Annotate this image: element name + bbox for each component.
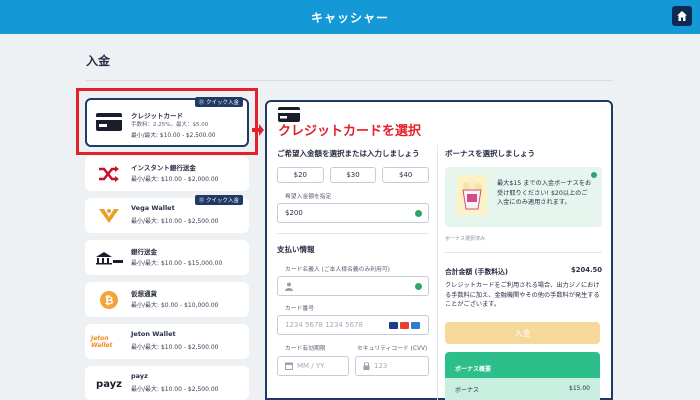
payment-heading: 支払い情報	[277, 245, 315, 254]
amount-value: $200	[285, 209, 303, 217]
cashier-header: キャッシャー	[0, 0, 700, 34]
method-payz[interactable]: payz payz 最小/最大: $10.00 - $2,500.00	[85, 366, 249, 400]
bonus-row-value: $15.00	[569, 385, 590, 392]
home-icon	[677, 11, 687, 21]
amount-heading: ご希望入金額を選択または入力しましょう	[277, 148, 429, 159]
method-limit: 最小/最大: $10.00 - $2,500.00	[131, 218, 219, 225]
person-icon	[285, 282, 293, 291]
method-name: Jeton Wallet	[131, 330, 176, 338]
bonus-summary-title: ボーナス概要	[455, 366, 492, 373]
bonus-option[interactable]: 最大$15 までの入金ボーナスをお受け取りください! $20以上のご入金にのみ適…	[445, 167, 602, 227]
fee-note: クレジットカードをご利用される場合、出力ジノにおける手数料に加え、金融機関やその…	[445, 282, 600, 308]
method-limit: 最小/最大: $10.00 - $2,000.00	[131, 176, 219, 183]
lock-icon	[363, 362, 370, 370]
selected-check-icon	[591, 172, 597, 178]
method-name: 銀行送金	[131, 248, 157, 256]
method-name: payz	[131, 372, 148, 380]
card-brand-icon	[411, 322, 420, 329]
home-button[interactable]	[672, 6, 692, 26]
amount-input[interactable]: $200	[277, 203, 429, 223]
bonus-summary-row: ボーナス $15.00	[445, 378, 600, 400]
svg-text:₿: ₿	[105, 294, 114, 307]
mastercard-icon	[400, 322, 409, 329]
expiry-label: カード有効期限	[285, 346, 326, 352]
calendar-icon	[285, 362, 293, 370]
valid-check-icon	[415, 210, 422, 217]
amount-label: 希望入金額を指定	[285, 194, 332, 200]
method-vega-wallet[interactable]: Vega Wallet 最小/最大: $10.00 - $2,500.00 ⓪ …	[85, 195, 249, 233]
amount-heading-text: ご希望入金額を選択または入力しましょう	[277, 149, 420, 158]
card-brand-icons	[389, 322, 420, 329]
selection-highlight	[76, 88, 258, 155]
total-value: $204.50	[571, 266, 602, 274]
method-jeton-wallet[interactable]: Jeton Wallet Jeton Wallet 最小/最大: $10.00 …	[85, 324, 249, 359]
jeton-icon: Jeton Wallet	[91, 330, 127, 354]
method-crypto[interactable]: ₿ 仮想通貨 最小/最大: $0.00 - $10,000.00	[85, 282, 249, 317]
quick-deposit-badge: ⓪ クイック入金	[194, 195, 243, 205]
bank-icon	[91, 246, 127, 270]
bonus-heading-text: ボーナスを選択しましょう	[445, 149, 535, 158]
bonus-note: ボーナス選択済み	[445, 236, 486, 242]
bonus-heading: ボーナスを選択しましょう	[445, 148, 602, 159]
method-bank-transfer[interactable]: 銀行送金 最小/最大: $10.00 - $15,000.00	[85, 240, 249, 275]
card-holder-input[interactable]	[277, 276, 429, 296]
method-instant-bank[interactable]: インスタント銀行送金 最小/最大: $10.00 - $2,000.00	[85, 156, 249, 191]
jeton-logo-text: Jeton Wallet	[91, 335, 113, 349]
card-number-placeholder: 1234 5678 1234 5678	[285, 321, 363, 329]
amount-preset-button[interactable]: $20	[277, 167, 324, 183]
expiry-placeholder: MM / YY	[297, 362, 325, 370]
bonus-summary: ボーナス概要 ボーナス $15.00	[445, 352, 600, 400]
total-label: 合計金額 (手数料込)	[445, 268, 508, 276]
valid-check-icon	[415, 283, 422, 290]
annotation-arrow-icon	[252, 124, 264, 136]
method-name: インスタント銀行送金	[131, 164, 196, 172]
section-divider	[86, 80, 613, 81]
bitcoin-icon: ₿	[91, 288, 127, 312]
cvv-input[interactable]: 123	[355, 356, 429, 376]
amount-preset-button[interactable]: $40	[382, 167, 430, 183]
cvv-label: セキュリティコード (CVV)	[357, 346, 428, 352]
card-number-label: カード番号	[285, 306, 314, 312]
vega-icon	[91, 204, 127, 228]
method-name: Vega Wallet	[131, 204, 175, 212]
deposit-submit-button[interactable]: 入金	[445, 322, 600, 344]
amount-preset-button[interactable]: $30	[329, 167, 377, 183]
expiry-input[interactable]: MM / YY	[277, 356, 349, 376]
column-divider	[437, 145, 438, 400]
visa-icon	[389, 322, 398, 329]
card-number-input[interactable]: 1234 5678 1234 5678	[277, 315, 429, 335]
popcorn-icon	[457, 175, 487, 215]
shuffle-icon	[91, 162, 127, 186]
method-name: 仮想通貨	[131, 290, 157, 298]
payz-logo-text: payz	[96, 378, 122, 390]
total-row: 合計金額 (手数料込) $204.50	[445, 266, 602, 276]
bonus-row-label: ボーナス	[455, 387, 480, 394]
summary-divider	[445, 252, 602, 253]
form-divider	[277, 233, 429, 234]
method-limit: 最小/最大: $10.00 - $15,000.00	[131, 260, 223, 267]
amount-presets: $20 $30 $40	[277, 167, 430, 183]
bonus-description: 最大$15 までの入金ボーナスをお受け取りください! $20以上のご入金にのみ適…	[497, 180, 592, 206]
holder-label: カード名義人 (ご本人様名義のみ利用可)	[285, 267, 390, 273]
section-title: 入金	[86, 54, 111, 68]
method-limit: 最小/最大: $10.00 - $2,500.00	[131, 344, 219, 351]
method-limit: 最小/最大: $0.00 - $10,000.00	[131, 302, 219, 309]
method-limit: 最小/最大: $10.00 - $2,500.00	[131, 386, 219, 393]
cvv-placeholder: 123	[374, 362, 388, 370]
page-header-title: キャッシャー	[310, 10, 389, 25]
payz-icon: payz	[91, 372, 127, 396]
annotation-text: クレジットカードを選択	[278, 124, 422, 139]
